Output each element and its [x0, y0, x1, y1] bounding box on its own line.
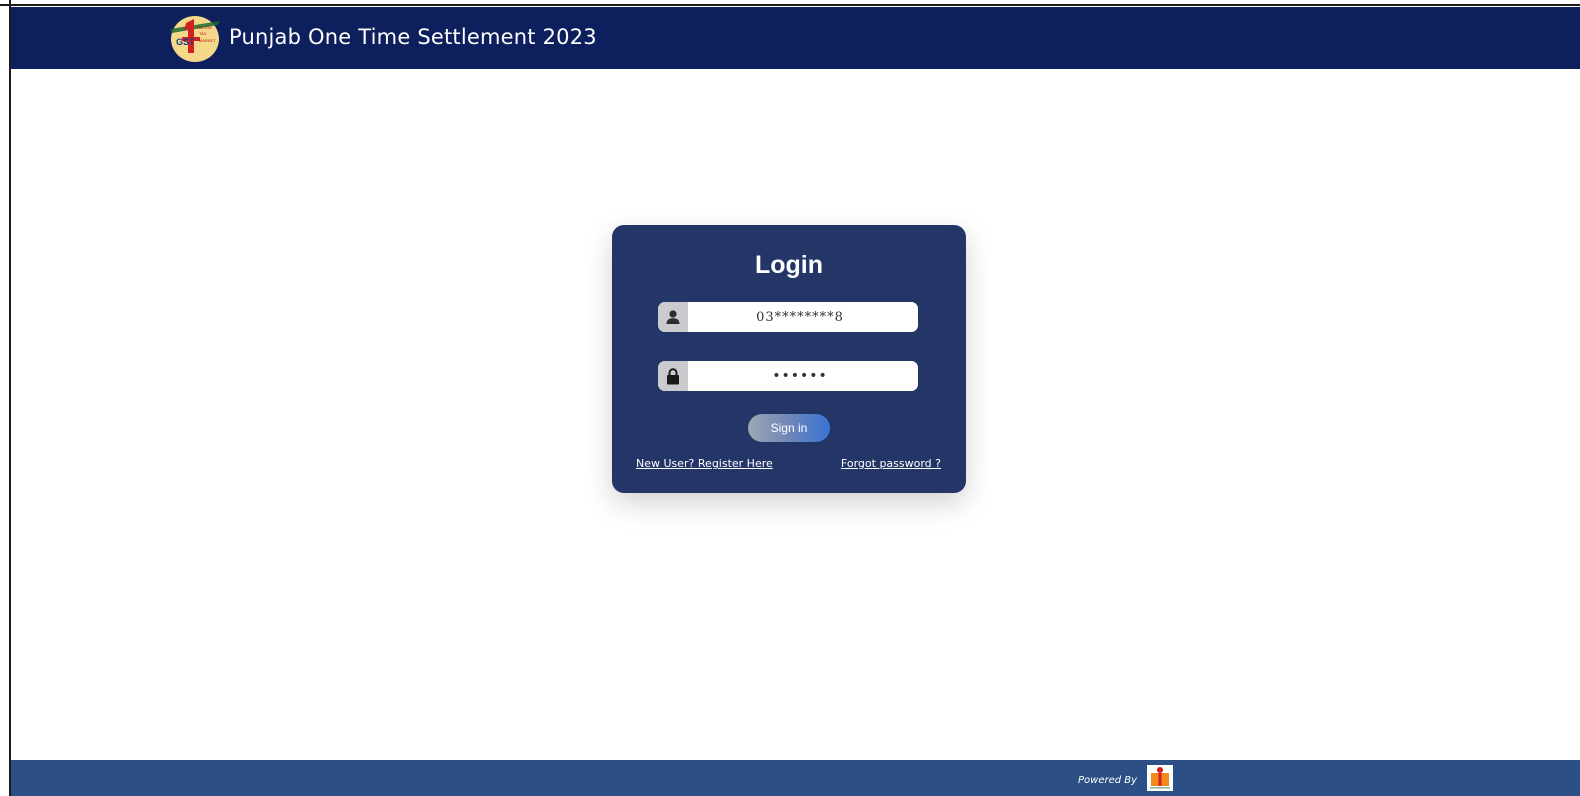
svg-text:GST: GST — [176, 37, 195, 47]
forgot-password-link[interactable]: Forgot password ? — [841, 457, 941, 470]
svg-text:MARKET: MARKET — [199, 38, 216, 43]
username-input[interactable] — [688, 302, 918, 332]
lock-icon — [658, 361, 688, 391]
sign-in-button[interactable]: Sign in — [748, 414, 830, 442]
powered-by-label: Powered By — [1078, 775, 1138, 786]
user-icon — [658, 302, 688, 332]
register-link[interactable]: New User? Register Here — [636, 457, 773, 470]
top-navbar: GST NATION TAX MARKET Punjab One Time Se… — [11, 7, 1580, 69]
svg-text:NATION: NATION — [197, 25, 212, 30]
gst-logo-icon[interactable]: GST NATION TAX MARKET — [166, 15, 224, 63]
app-title: Punjab One Time Settlement 2023 — [229, 25, 597, 49]
login-card: Login Sign in New User? Register Here Fo… — [612, 225, 966, 493]
footer-bar: Powered By — [11, 760, 1580, 796]
svg-text:TAX: TAX — [199, 31, 207, 36]
window-left-border — [9, 0, 11, 796]
login-heading: Login — [754, 251, 824, 279]
provider-logo-icon[interactable] — [1147, 765, 1173, 791]
password-field — [658, 361, 918, 391]
username-field — [658, 302, 918, 332]
password-input[interactable] — [688, 361, 918, 391]
window-top-border — [0, 0, 1580, 6]
